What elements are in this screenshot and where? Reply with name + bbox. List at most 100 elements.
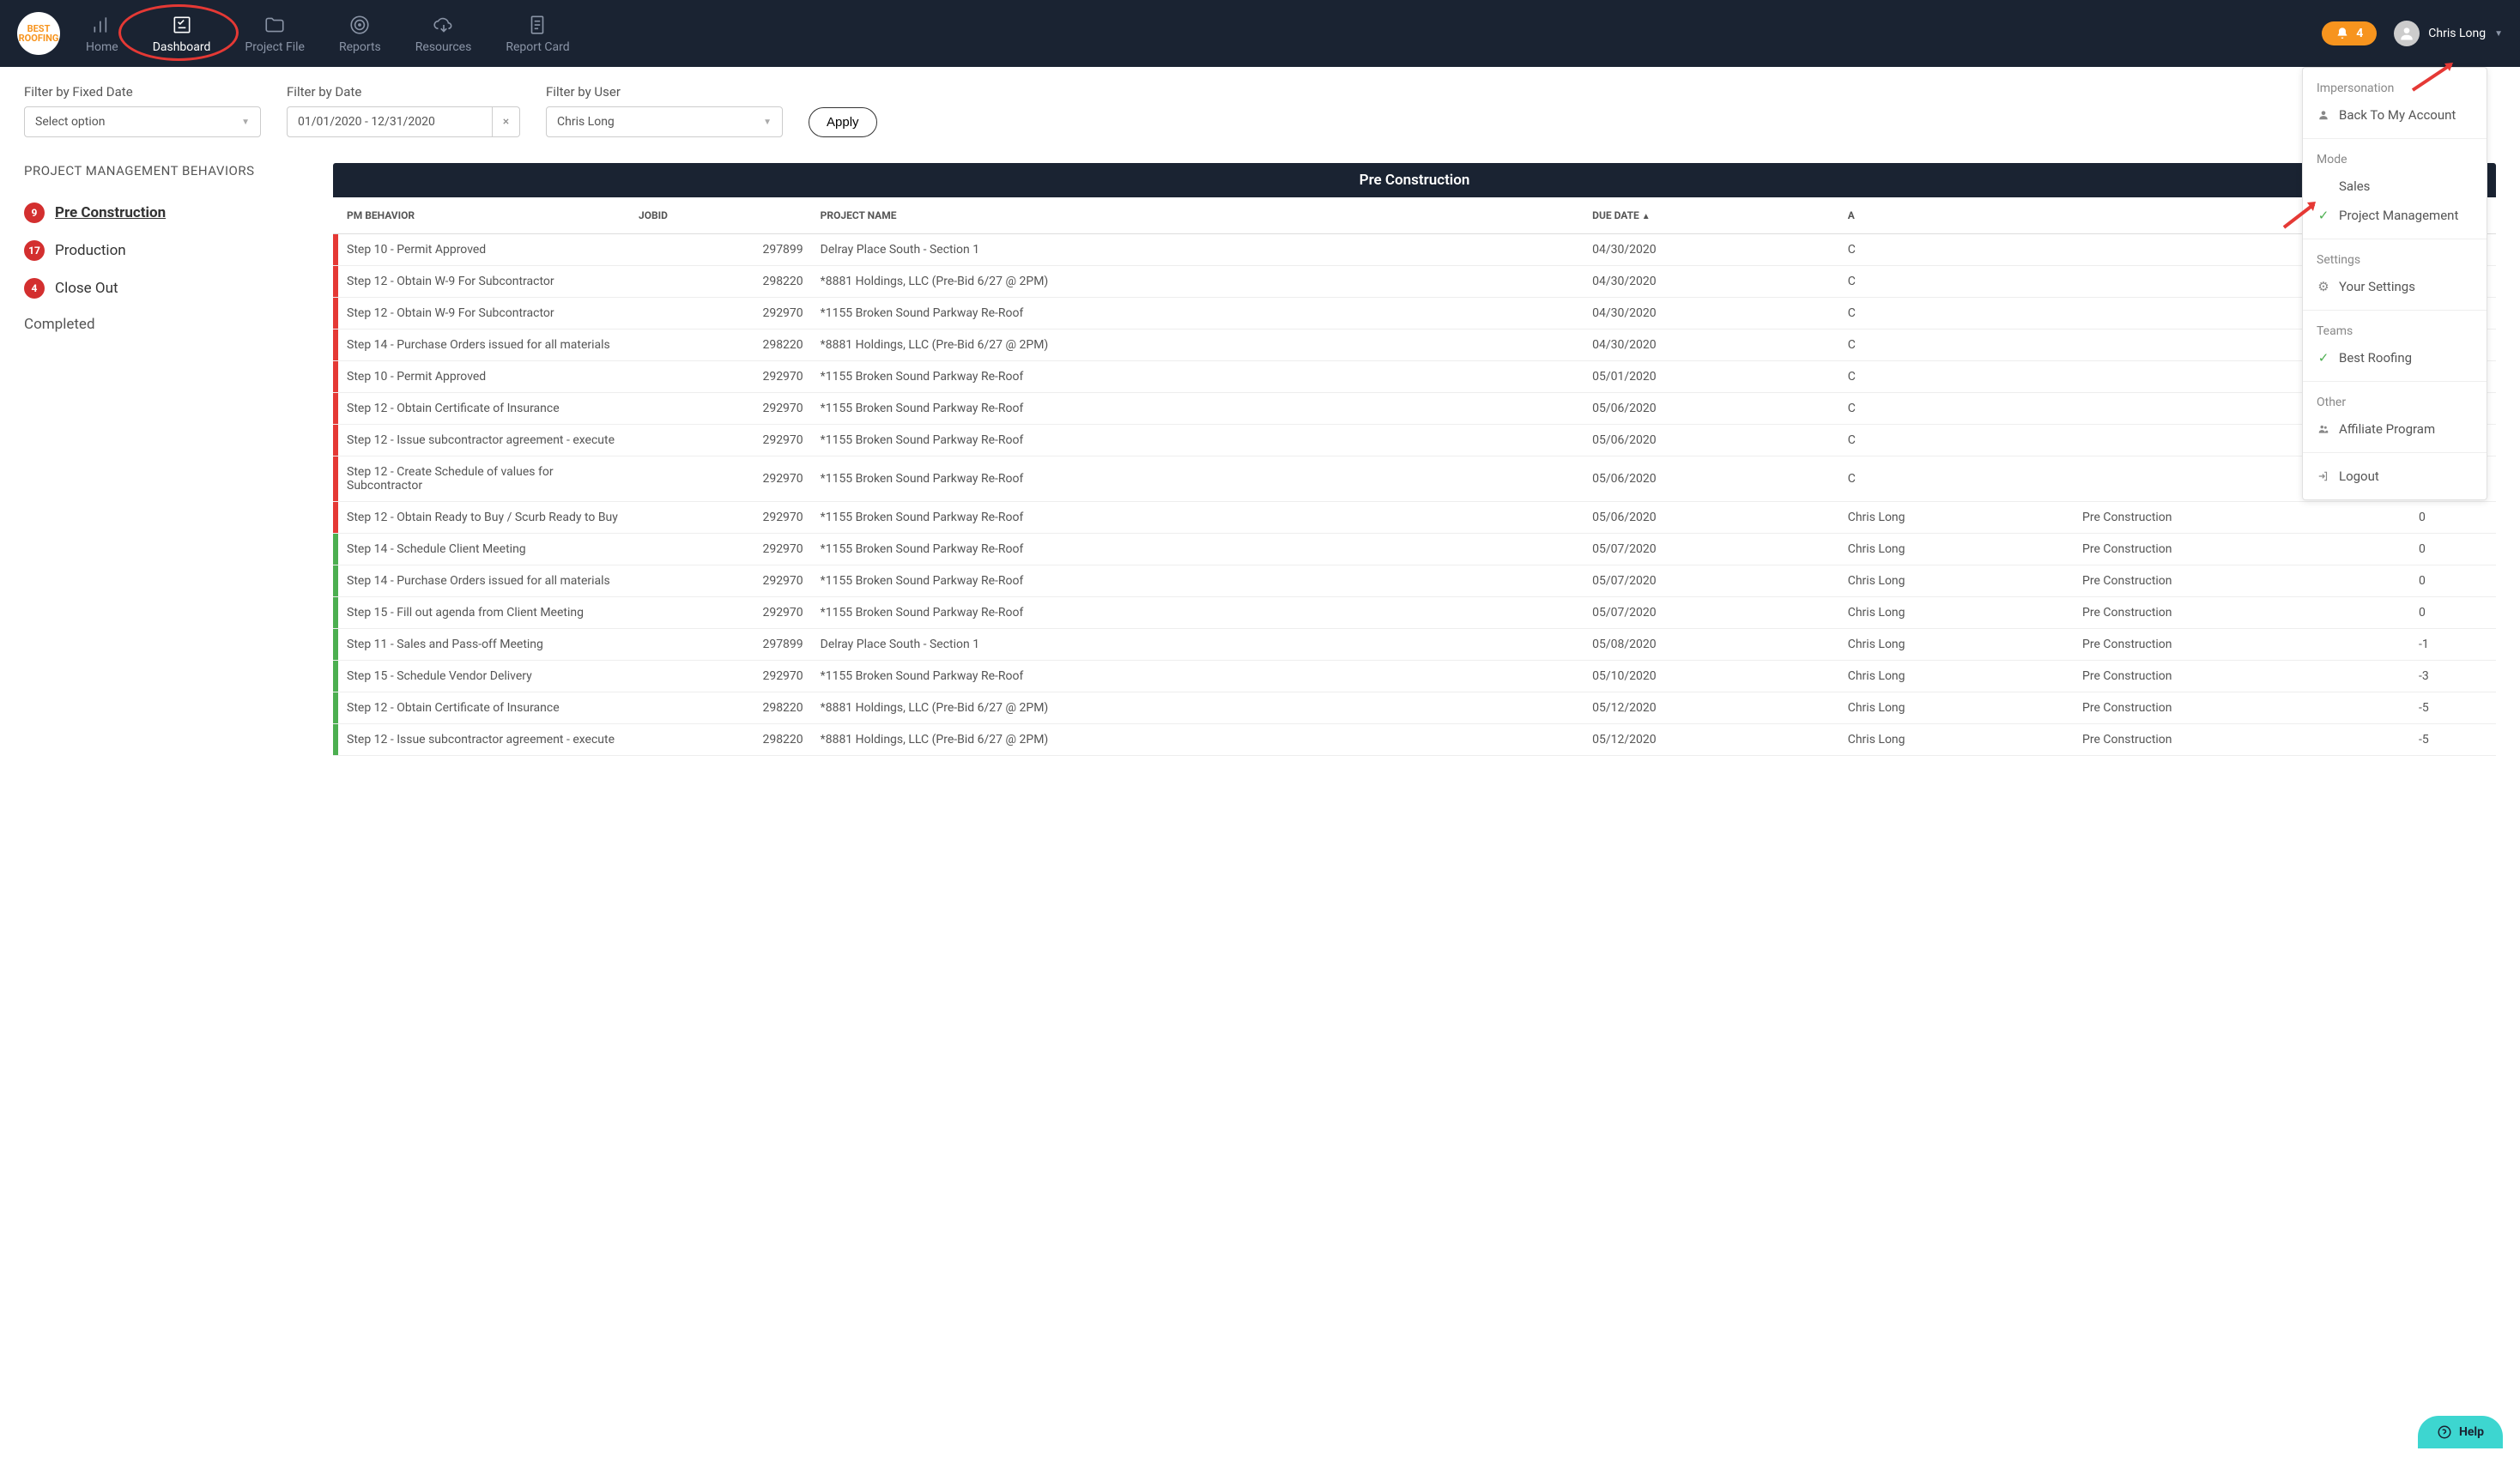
user-value: Chris Long [557,115,615,129]
table-cell: 05/10/2020 [1584,661,1839,692]
filter-label: Filter by Date [287,84,520,100]
fixed-date-select[interactable]: Select option ▼ [24,106,261,137]
table-row[interactable]: Step 14 - Purchase Orders issued for all… [333,329,2496,361]
dd-logout[interactable]: Logout [2303,462,2487,491]
table-row[interactable]: Step 12 - Obtain W-9 For Subcontractor29… [333,266,2496,298]
date-clear-button[interactable]: × [493,106,520,137]
avatar [2394,21,2420,46]
table-row[interactable]: Step 10 - Permit Approved297899Delray Pl… [333,234,2496,266]
table-cell: *8881 Holdings, LLC (Pre-Bid 6/27 @ 2PM) [812,329,1584,361]
table-cell: Chris Long [1839,534,2074,565]
table-cell: Step 10 - Permit Approved [338,234,630,266]
date-range-input[interactable]: 01/01/2020 - 12/31/2020 [287,106,493,137]
sidebar-item[interactable]: 4Close Out [24,269,307,307]
table-cell: 292970 [630,597,812,629]
table-cell: *1155 Broken Sound Parkway Re-Roof [812,298,1584,329]
table-row[interactable]: Step 12 - Create Schedule of values for … [333,456,2496,502]
table-cell: Chris Long [1839,565,2074,597]
date-value: 01/01/2020 - 12/31/2020 [298,115,435,129]
nav-dashboard[interactable]: Dashboard [153,13,211,54]
table-cell: -1 [2410,629,2496,661]
table-cell: 297899 [630,234,812,266]
table-cell: Pre Construction [2074,692,2410,724]
table-cell: Pre Construction [2074,502,2410,534]
table-cell: Chris Long [1839,502,2074,534]
table-row[interactable]: Step 10 - Permit Approved292970*1155 Bro… [333,361,2496,393]
table-cell: Step 12 - Obtain Certificate of Insuranc… [338,692,630,724]
table-cell: Step 12 - Obtain Ready to Buy / Scurb Re… [338,502,630,534]
table-row[interactable]: Step 12 - Issue subcontractor agreement … [333,724,2496,756]
table-cell: Pre Construction [2074,629,2410,661]
table-row[interactable]: Step 12 - Obtain Certificate of Insuranc… [333,393,2496,425]
table-cell: C [1839,425,2074,456]
user-name: Chris Long [2428,27,2486,40]
sidebar-item[interactable]: Completed [24,307,307,342]
table-cell: *1155 Broken Sound Parkway Re-Roof [812,456,1584,502]
nav-reports[interactable]: Reports [339,13,381,54]
table-row[interactable]: Step 12 - Obtain Certificate of Insuranc… [333,692,2496,724]
col-jobid[interactable]: JOBID [630,197,812,234]
col-due-date[interactable]: DUE DATE ▲ [1584,197,1839,234]
user-select[interactable]: Chris Long ▼ [546,106,783,137]
users-icon [2317,423,2330,435]
table-row[interactable]: Step 15 - Schedule Vendor Delivery292970… [333,661,2496,692]
col-assigned[interactable]: A [1839,197,2074,234]
filter-label: Filter by User [546,84,783,100]
table-row[interactable]: Step 11 - Sales and Pass-off Meeting2978… [333,629,2496,661]
notifications-button[interactable]: 4 [2322,21,2377,45]
col-project-name[interactable]: PROJECT NAME [812,197,1584,234]
nav-label: Resources [415,40,472,54]
table-cell: 05/06/2020 [1584,393,1839,425]
table-row[interactable]: Step 14 - Schedule Client Meeting292970*… [333,534,2496,565]
dd-team-best-roofing[interactable]: ✓ Best Roofing [2303,343,2487,372]
table-row[interactable]: Step 15 - Fill out agenda from Client Me… [333,597,2496,629]
filter-date: Filter by Date 01/01/2020 - 12/31/2020 × [287,84,520,137]
table-cell: 0 [2410,502,2496,534]
user-menu-button[interactable]: Chris Long ▼ [2394,21,2503,46]
table-cell: 05/01/2020 [1584,361,1839,393]
check-icon: ✓ [2317,350,2330,366]
count-badge: 9 [24,203,45,223]
nav-home[interactable]: Home [86,13,118,54]
cloud-download-icon [432,13,456,37]
table-cell: 04/30/2020 [1584,329,1839,361]
document-icon [525,13,549,37]
nav-report-card[interactable]: Report Card [506,13,569,54]
dd-your-settings[interactable]: ⚙ Your Settings [2303,272,2487,301]
sidebar-item[interactable]: 17Production [24,232,307,269]
table-row[interactable]: Step 14 - Purchase Orders issued for all… [333,565,2496,597]
table-row[interactable]: Step 12 - Obtain Ready to Buy / Scurb Re… [333,502,2496,534]
table-cell: 05/06/2020 [1584,502,1839,534]
table-row[interactable]: Step 12 - Obtain W-9 For Subcontractor29… [333,298,2496,329]
checklist-icon [170,13,194,37]
behaviors-table: PM BEHAVIOR JOBID PROJECT NAME DUE DATE … [333,197,2496,756]
table-row[interactable]: Step 12 - Issue subcontractor agreement … [333,425,2496,456]
header-right: 4 Chris Long ▼ [2322,21,2503,46]
dd-label: Your Settings [2339,279,2415,294]
table-cell: Chris Long [1839,597,2074,629]
dd-back-to-account[interactable]: Back To My Account [2303,100,2487,130]
table-cell: 05/06/2020 [1584,425,1839,456]
content-area: Pre Construction PM BEHAVIOR JOBID PROJE… [333,163,2496,756]
dd-heading-impersonation: Impersonation [2303,76,2487,100]
dd-mode-project-management[interactable]: ✓ Project Management [2303,201,2487,230]
help-button[interactable]: Help [2418,1416,2503,1448]
main-content: PROJECT MANAGEMENT BEHAVIORS 9Pre Constr… [0,154,2520,765]
logo[interactable]: BEST ROOFING [17,12,60,55]
count-badge: 17 [24,240,45,261]
nav-resources[interactable]: Resources [415,13,472,54]
table-cell: 292970 [630,661,812,692]
table-title: Pre Construction [333,163,2496,197]
filter-label: Filter by Fixed Date [24,84,261,100]
apply-button[interactable]: Apply [809,107,877,137]
sidebar: PROJECT MANAGEMENT BEHAVIORS 9Pre Constr… [24,163,307,756]
bell-icon [2335,27,2349,40]
check-icon: ✓ [2317,208,2330,223]
col-pm-behavior[interactable]: PM BEHAVIOR [338,197,630,234]
table-cell: 0 [2410,534,2496,565]
dd-affiliate-program[interactable]: Affiliate Program [2303,414,2487,444]
table-cell: -5 [2410,692,2496,724]
sidebar-item[interactable]: 9Pre Construction [24,194,307,232]
nav-project-file[interactable]: Project File [245,13,305,54]
dd-mode-sales[interactable]: Sales [2303,172,2487,201]
